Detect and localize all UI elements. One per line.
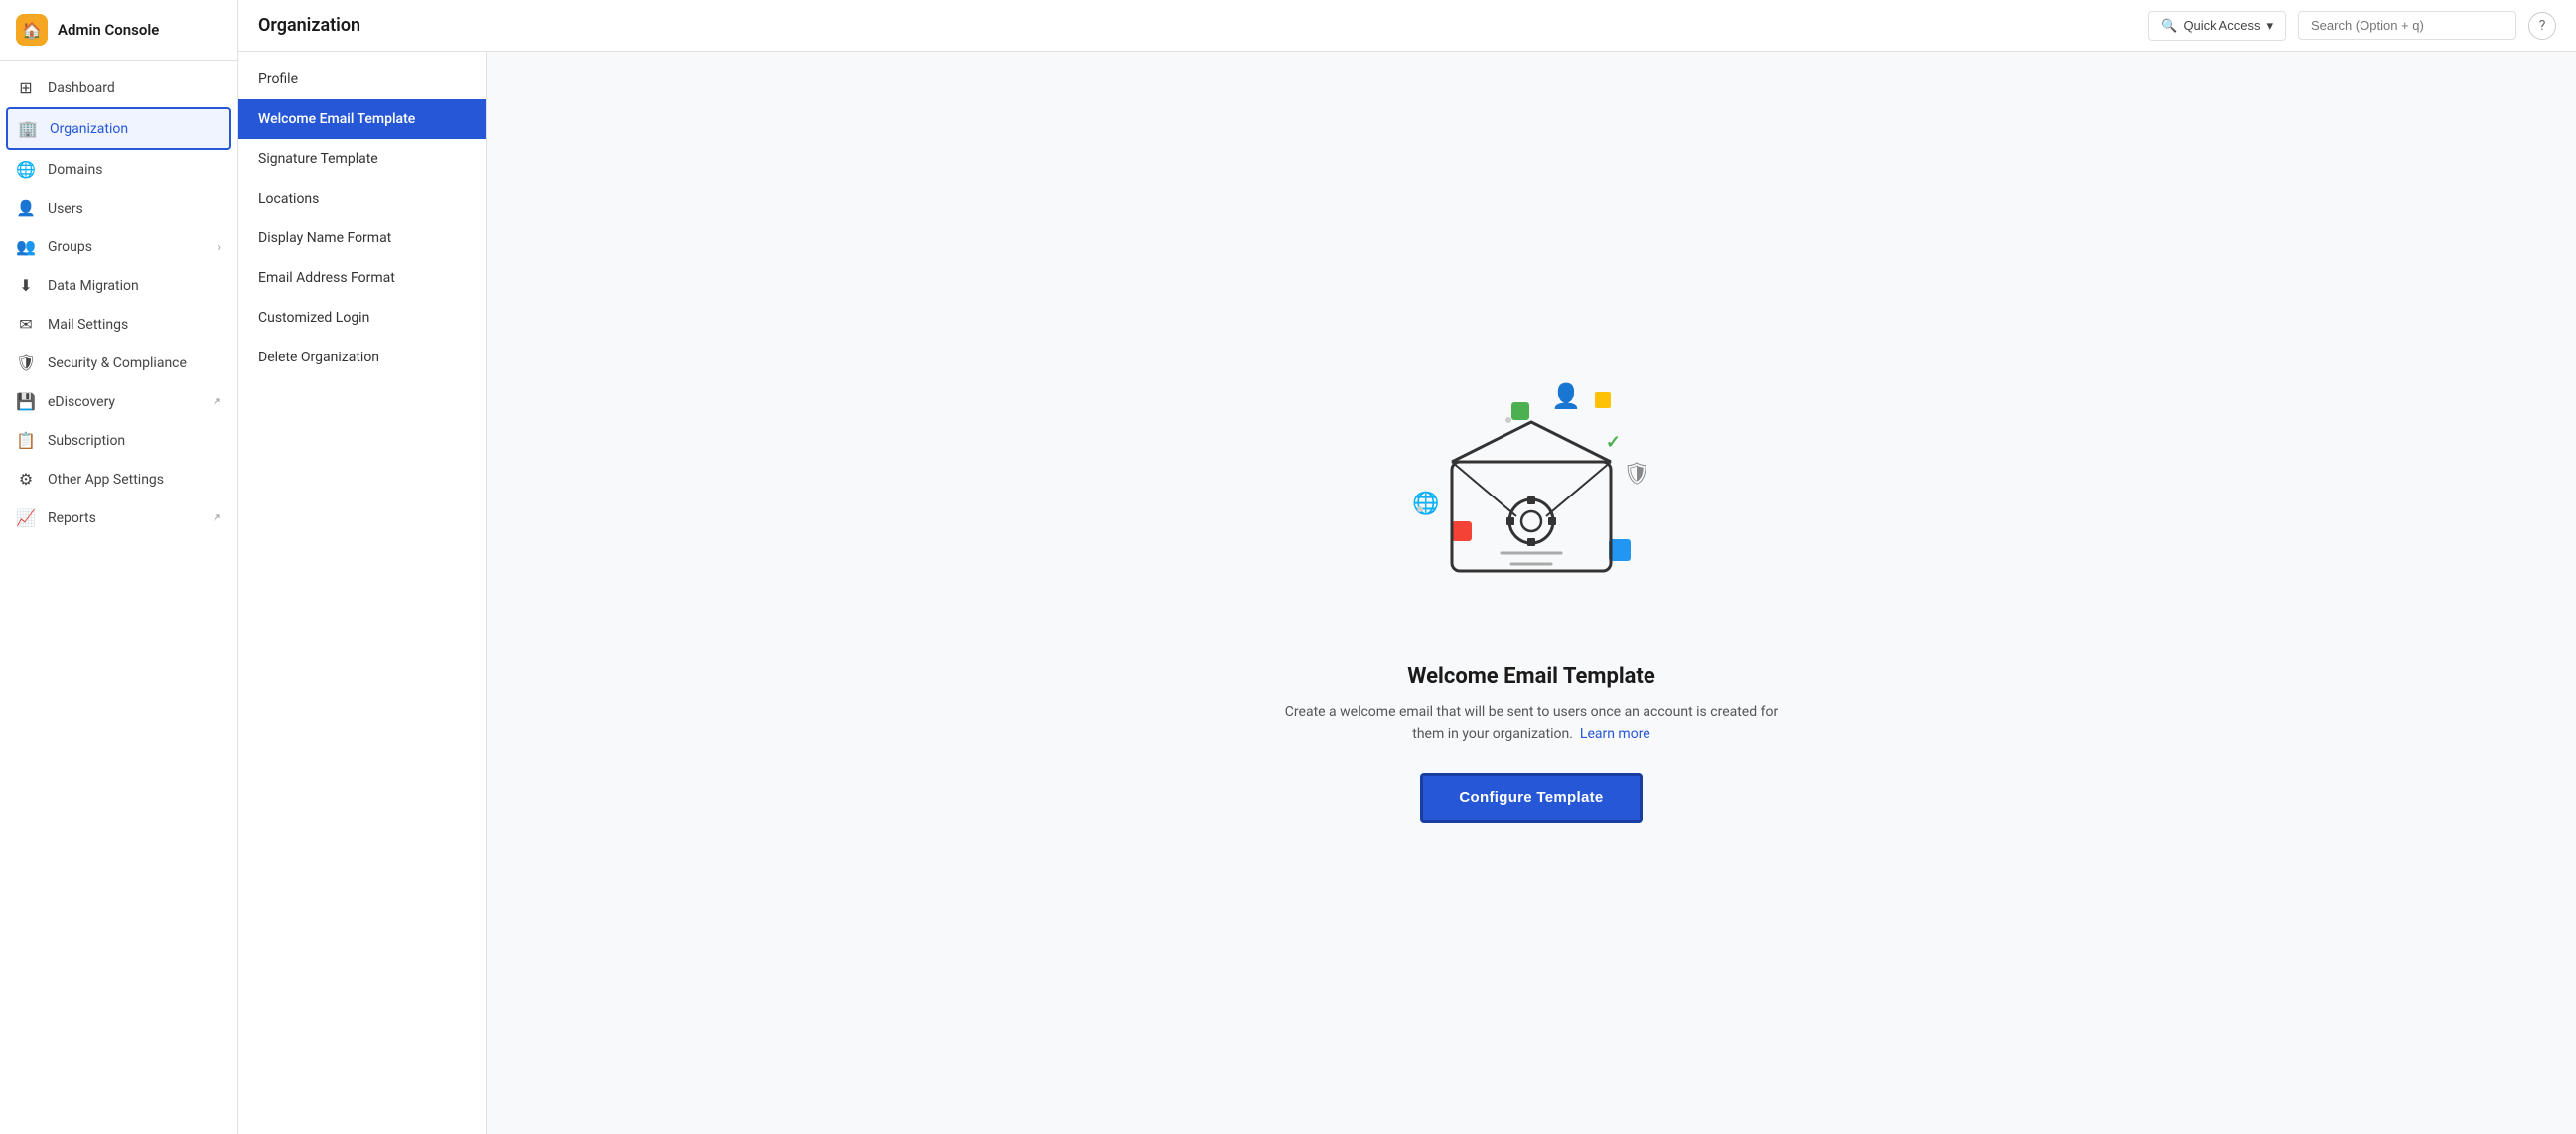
external-link-icon: ↗ xyxy=(213,395,221,408)
help-button[interactable]: ? xyxy=(2528,12,2556,40)
ediscovery-icon: 💾 xyxy=(16,392,36,411)
welcome-description: Create a welcome email that will be sent… xyxy=(1283,701,1780,746)
help-icon: ? xyxy=(2539,18,2546,34)
sidebar-item-data-migration[interactable]: ⬇ Data Migration xyxy=(0,266,237,305)
envelope-illustration xyxy=(1432,402,1631,601)
external-link-icon-reports: ↗ xyxy=(213,511,221,524)
sidebar-item-dashboard[interactable]: ⊞ Dashboard xyxy=(0,69,237,107)
sidebar-item-organization[interactable]: 🏢 Organization xyxy=(6,107,231,150)
sidebar-item-label: Data Migration xyxy=(48,278,139,294)
groups-icon: 👥 xyxy=(16,237,36,256)
welcome-title: Welcome Email Template xyxy=(1407,664,1655,689)
app-logo: 🏠 xyxy=(16,14,48,46)
sidebar-item-label: Security & Compliance xyxy=(48,355,187,371)
sub-nav-locations[interactable]: Locations xyxy=(238,179,486,218)
security-icon: 🛡 xyxy=(16,354,36,372)
learn-more-link[interactable]: Learn more xyxy=(1580,726,1650,742)
sub-nav-welcome-email[interactable]: Welcome Email Template xyxy=(238,99,486,139)
dashboard-icon: ⊞ xyxy=(16,78,36,97)
dot2 xyxy=(1505,417,1511,423)
page-title: Organization xyxy=(258,15,2136,36)
quick-access-button[interactable]: 🔍 Quick Access ▾ xyxy=(2148,11,2286,41)
data-migration-icon: ⬇ xyxy=(16,276,36,295)
checkmark-icon: ✓ xyxy=(1606,432,1621,453)
sidebar-item-label: Users xyxy=(48,201,83,216)
sidebar-item-label: Domains xyxy=(48,162,102,178)
content-wrapper: Organization 🔍 Quick Access ▾ ? Profile … xyxy=(238,0,2576,1134)
sidebar-item-label: Other App Settings xyxy=(48,472,164,488)
users-icon: 👤 xyxy=(16,199,36,217)
sidebar-nav: ⊞ Dashboard 🏢 Organization 🌐 Domains 👤 U… xyxy=(0,61,237,545)
main-layout: Profile Welcome Email Template Signature… xyxy=(238,52,2576,1134)
page-content: 👤 🛡 🌐 xyxy=(487,52,2576,1134)
sidebar-item-subscription[interactable]: 📋 Subscription xyxy=(0,421,237,460)
chevron-right-icon: › xyxy=(217,240,221,254)
sub-nav-delete-org[interactable]: Delete Organization xyxy=(238,338,486,377)
sidebar-item-users[interactable]: 👤 Users xyxy=(0,189,237,227)
sidebar-item-other-app[interactable]: ⚙ Other App Settings xyxy=(0,460,237,498)
domains-icon: 🌐 xyxy=(16,160,36,179)
sub-nav-display-name[interactable]: Display Name Format xyxy=(238,218,486,258)
organization-icon: 🏢 xyxy=(18,119,38,138)
configure-template-button[interactable]: Configure Template xyxy=(1420,773,1642,823)
sub-nav-customized-login[interactable]: Customized Login xyxy=(238,298,486,338)
sidebar-item-security[interactable]: 🛡 Security & Compliance xyxy=(0,344,237,382)
mail-icon: ✉ xyxy=(16,315,36,334)
sub-nav-profile[interactable]: Profile xyxy=(238,60,486,99)
sub-nav: Profile Welcome Email Template Signature… xyxy=(238,52,487,1134)
sub-nav-email-address[interactable]: Email Address Format xyxy=(238,258,486,298)
sidebar-item-label: Organization xyxy=(50,121,128,137)
sidebar-header: 🏠 Admin Console xyxy=(0,0,237,61)
app-title: Admin Console xyxy=(58,21,159,39)
reports-icon: 📈 xyxy=(16,508,36,527)
search-box[interactable] xyxy=(2298,11,2516,40)
sidebar-item-label: Reports xyxy=(48,510,96,526)
sidebar-item-label: Mail Settings xyxy=(48,317,128,333)
search-input[interactable] xyxy=(2311,18,2490,33)
subscription-icon: 📋 xyxy=(16,431,36,450)
sidebar-item-label: eDiscovery xyxy=(48,394,115,410)
sidebar-item-domains[interactable]: 🌐 Domains xyxy=(0,150,237,189)
topbar: Organization 🔍 Quick Access ▾ ? xyxy=(238,0,2576,52)
sidebar-item-label: Subscription xyxy=(48,433,125,449)
other-app-icon: ⚙ xyxy=(16,470,36,489)
chevron-down-icon: ▾ xyxy=(2266,18,2273,34)
illustration: 👤 🛡 🌐 xyxy=(1392,362,1670,640)
sidebar: 🏠 Admin Console ⊞ Dashboard 🏢 Organizati… xyxy=(0,0,238,1134)
sidebar-item-groups[interactable]: 👥 Groups › xyxy=(0,227,237,266)
quick-access-label: Quick Access xyxy=(2183,18,2260,33)
sub-nav-signature[interactable]: Signature Template xyxy=(238,139,486,179)
logo-icon: 🏠 xyxy=(22,21,42,40)
dot1 xyxy=(1417,506,1423,512)
sidebar-item-mail-settings[interactable]: ✉ Mail Settings xyxy=(0,305,237,344)
sidebar-item-ediscovery[interactable]: 💾 eDiscovery ↗ xyxy=(0,382,237,421)
sidebar-item-label: Groups xyxy=(48,239,92,255)
search-icon: 🔍 xyxy=(2161,18,2177,34)
sidebar-item-label: Dashboard xyxy=(48,80,115,96)
sidebar-item-reports[interactable]: 📈 Reports ↗ xyxy=(0,498,237,537)
